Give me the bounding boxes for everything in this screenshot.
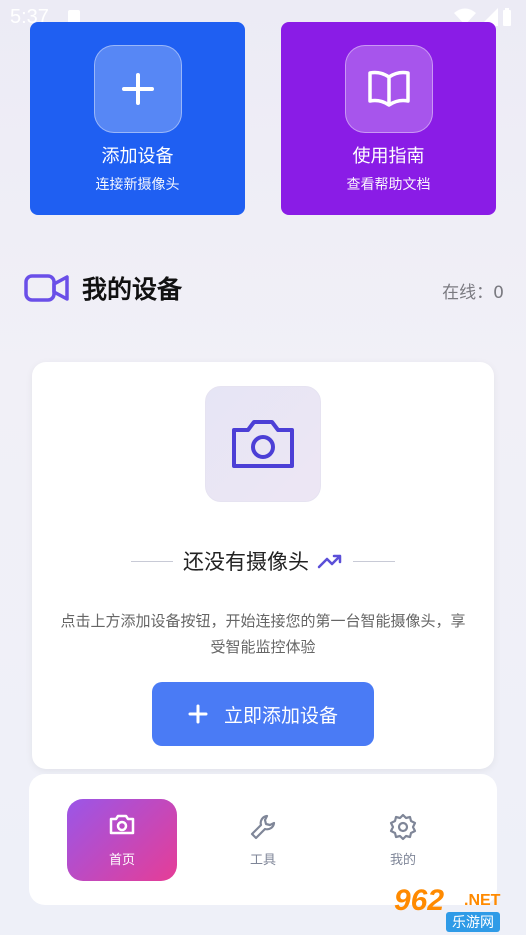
book-icon <box>345 45 433 133</box>
section-title: 我的设备 <box>82 275 183 304</box>
empty-state-card: 还没有摄像头 点击上方添加设备按钮，开始连接您的第一台智能摄像头，享受智能监控体… <box>32 362 494 769</box>
online-count: 在线：0 <box>442 283 504 303</box>
nav-mine-label: 我的 <box>389 853 416 868</box>
logo-text: 乐游网 <box>446 912 500 932</box>
video-camera-icon <box>24 274 69 302</box>
nav-tools-label: 工具 <box>249 853 276 868</box>
divider-right <box>353 560 395 562</box>
my-devices-header: 我的设备 在线：0 <box>24 268 504 308</box>
camera-icon <box>205 386 321 502</box>
add-device-subtitle: 连接新摄像头 <box>95 177 180 193</box>
empty-title: 还没有摄像头 <box>183 550 309 574</box>
guide-card[interactable]: 使用指南 查看帮助文档 <box>281 22 496 215</box>
guide-title: 使用指南 <box>352 146 425 167</box>
gear-icon <box>348 813 458 841</box>
nav-tools[interactable]: 工具 <box>208 799 318 881</box>
plus-icon <box>188 704 208 724</box>
add-device-now-button[interactable]: 立即添加设备 <box>152 682 374 746</box>
nav-home-label: 首页 <box>108 853 135 868</box>
add-device-card[interactable]: 添加设备 连接新摄像头 <box>30 22 245 215</box>
empty-title-row: 还没有摄像头 <box>32 546 494 576</box>
nav-mine[interactable]: 我的 <box>348 799 458 881</box>
plus-icon <box>94 45 182 133</box>
nav-home[interactable]: 首页 <box>67 799 177 881</box>
camera-icon <box>67 813 177 835</box>
add-device-now-label: 立即添加设备 <box>223 704 338 727</box>
trending-up-icon <box>317 554 342 569</box>
wrench-icon <box>208 813 318 841</box>
logo-number: 962 <box>394 884 445 917</box>
logo-suffix: .NET <box>464 892 501 909</box>
guide-subtitle: 查看帮助文档 <box>346 177 431 193</box>
add-device-title: 添加设备 <box>101 146 174 167</box>
battery-icon <box>503 8 511 26</box>
empty-description: 点击上方添加设备按钮，开始连接您的第一台智能摄像头，享受智能监控体验 <box>60 612 466 656</box>
divider-left <box>131 560 173 562</box>
site-logo: 962 .NET 乐游网 <box>386 884 526 935</box>
